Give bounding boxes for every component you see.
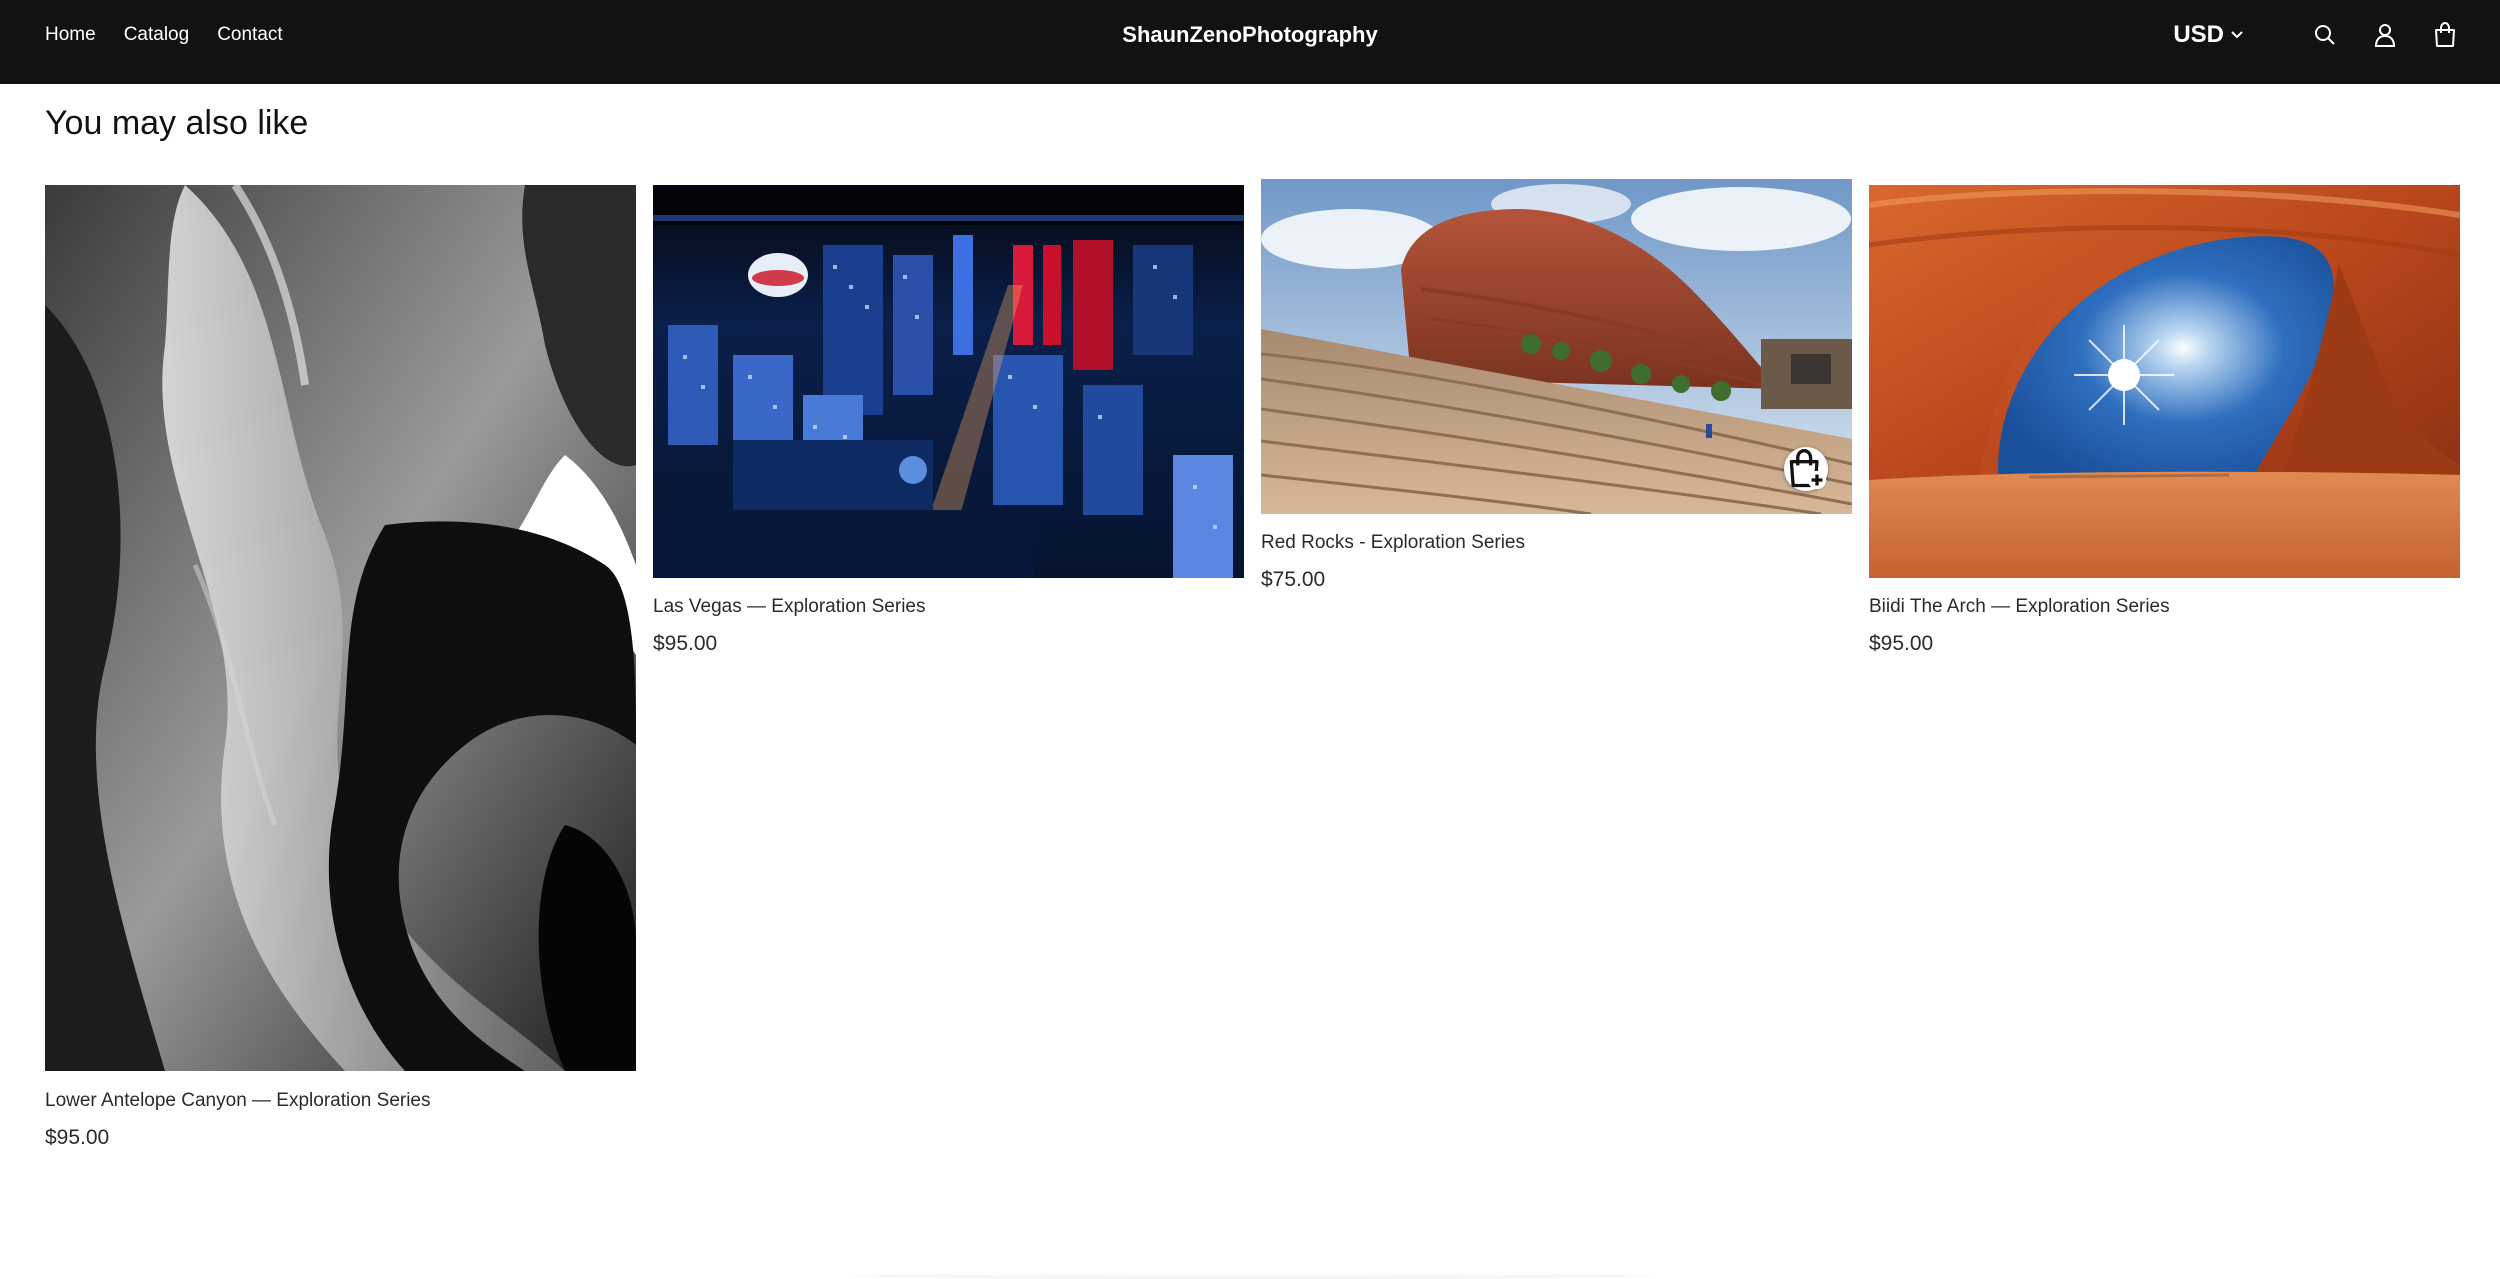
brand-logo-text[interactable]: ShaunZenoPhotography <box>1122 22 1377 48</box>
product-image-red-rocks[interactable] <box>1261 179 1852 514</box>
currency-label: USD <box>2173 21 2224 48</box>
quick-add-button[interactable] <box>1784 447 1828 491</box>
cart-icon <box>2435 22 2455 47</box>
chevron-down-icon <box>2231 31 2243 39</box>
search-icon <box>2315 25 2335 45</box>
site-header: Home Catalog Contact ShaunZenoPhotograph… <box>0 0 2500 84</box>
product-image-las-vegas[interactable] <box>653 185 1244 578</box>
product-price: $95.00 <box>653 632 718 655</box>
section-title: You may also like <box>45 104 309 142</box>
product-title[interactable]: Lower Antelope Canyon — Exploration Seri… <box>45 1090 431 1112</box>
product-price: $95.00 <box>45 1126 110 1149</box>
product-price: $75.00 <box>1261 568 1326 591</box>
currency-selector[interactable]: USD <box>2173 21 2244 49</box>
product-title[interactable]: Red Rocks - Exploration Series <box>1261 532 1525 554</box>
footer-edge-shadow <box>850 1272 1650 1279</box>
header-actions: USD <box>2173 0 2458 70</box>
product-price: $95.00 <box>1869 632 1934 655</box>
product-image-biidi-arch[interactable] <box>1869 185 2460 578</box>
product-title[interactable]: Biidi The Arch — Exploration Series <box>1869 596 2170 618</box>
nav-home-link[interactable]: Home <box>45 24 96 46</box>
account-button[interactable] <box>2372 22 2398 48</box>
brand-wrapper: ShaunZenoPhotography <box>0 0 2500 70</box>
account-icon <box>2374 24 2396 47</box>
nav-contact-link[interactable]: Contact <box>217 24 282 46</box>
nav-catalog-link[interactable]: Catalog <box>124 24 190 46</box>
product-title[interactable]: Las Vegas — Exploration Series <box>653 596 926 618</box>
add-to-cart-icon <box>1789 449 1827 490</box>
main-nav: Home Catalog Contact <box>45 0 283 70</box>
cart-button[interactable] <box>2432 22 2458 48</box>
search-button[interactable] <box>2312 22 2338 48</box>
product-image-antelope-canyon[interactable] <box>45 185 636 1071</box>
